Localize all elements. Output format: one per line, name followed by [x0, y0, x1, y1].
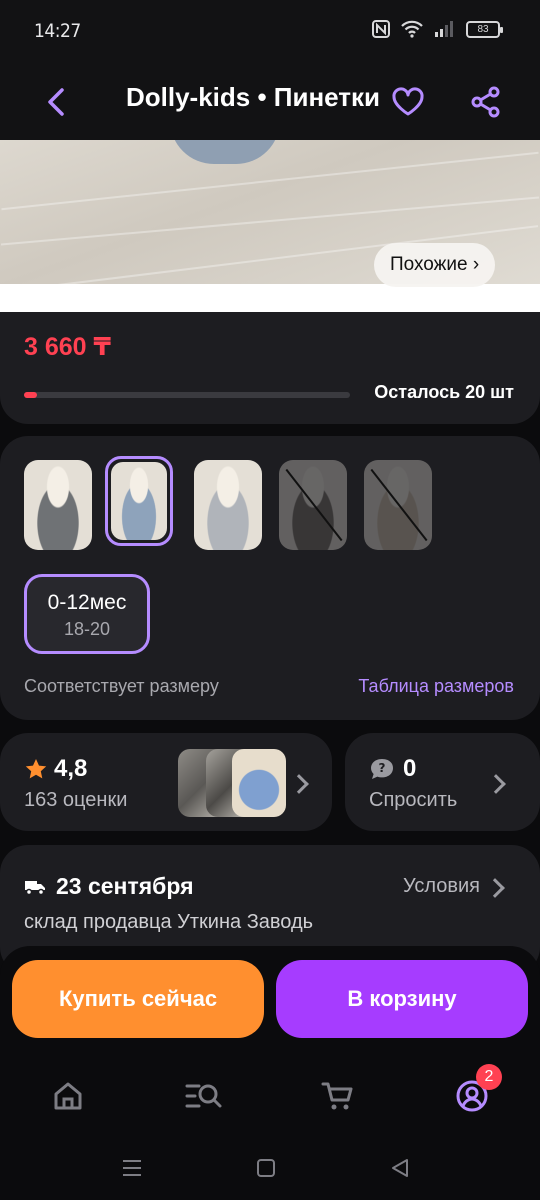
- delivery-place: склад продавца Уткина Заводь: [24, 911, 314, 933]
- action-bar: Купить сейчас В корзину: [0, 946, 540, 1058]
- delivery-terms-link[interactable]: Условия: [403, 875, 480, 898]
- variants-card: 0-12мес 18-20 Соответствует размеру Табл…: [0, 436, 540, 720]
- rating-count: 163 оценки: [24, 789, 128, 811]
- add-to-cart-button[interactable]: В корзину: [276, 960, 528, 1038]
- recents-button[interactable]: [118, 1156, 146, 1180]
- battery-icon: 83: [466, 20, 503, 38]
- product-photo-bootie: [170, 140, 280, 164]
- image-bottom-strip: [0, 284, 540, 312]
- share-icon: [471, 86, 500, 118]
- delivery-date: 23 сентября: [56, 873, 194, 899]
- tab-catalog-search[interactable]: [180, 1072, 228, 1120]
- question-bubble-icon: ?: [371, 759, 393, 779]
- truck-icon: [25, 880, 45, 895]
- questions-count-row: ? 0: [369, 755, 416, 783]
- rating-value: 4,8: [54, 755, 88, 782]
- status-time: 14:27: [34, 20, 81, 42]
- nfc-icon: [372, 20, 390, 38]
- tab-cart[interactable]: [314, 1072, 362, 1120]
- size-table-link[interactable]: Таблица размеров: [358, 676, 514, 697]
- stock-progress-bar: [24, 392, 350, 398]
- stock-progress-fill: [24, 392, 38, 398]
- rating-value-row: 4,8: [24, 755, 87, 783]
- page-title: Dolly-kids • Пинетки: [125, 82, 381, 112]
- tab-profile[interactable]: 2: [448, 1064, 502, 1120]
- chevron-right-icon: [289, 774, 309, 794]
- home-button[interactable]: [252, 1156, 280, 1180]
- price-card: 3 660 ₸ Осталось 20 шт: [0, 312, 540, 424]
- signal-icon: [435, 21, 453, 37]
- star-icon: [25, 759, 47, 779]
- rating-card[interactable]: 4,8 163 оценки: [0, 733, 332, 831]
- status-bar: 14:27 83: [0, 0, 540, 64]
- buy-now-button[interactable]: Купить сейчас: [12, 960, 264, 1038]
- size-option[interactable]: 0-12мес 18-20: [24, 574, 150, 654]
- favorite-button[interactable]: [386, 80, 430, 124]
- color-thumb-dark-booties[interactable]: [279, 460, 347, 550]
- size-label: 0-12мес: [47, 591, 127, 614]
- top-bar: Dolly-kids • Пинетки: [0, 64, 540, 140]
- tab-bar: 2: [0, 1058, 540, 1138]
- fits-size-text: Соответствует размеру: [24, 676, 219, 696]
- svg-text:?: ?: [379, 761, 386, 775]
- tab-home[interactable]: [44, 1072, 92, 1120]
- chevron-right-icon: [485, 878, 505, 898]
- thumb-image: [24, 460, 92, 550]
- similar-button[interactable]: Похожие ›: [374, 243, 496, 287]
- questions-card[interactable]: ? 0 Спросить: [345, 733, 540, 831]
- review-photos[interactable]: [178, 749, 286, 817]
- stock-remaining: Осталось 20 шт: [374, 382, 514, 402]
- color-thumb-silver-booties[interactable]: [194, 460, 262, 550]
- wifi-icon: [401, 20, 423, 38]
- texture-line: [1, 151, 539, 211]
- thumb-image: [194, 460, 262, 550]
- home-icon: [54, 1082, 82, 1110]
- questions-count: 0: [403, 755, 417, 782]
- color-thumb-gray-booties[interactable]: [24, 460, 92, 550]
- cart-icon: [321, 1082, 353, 1110]
- heart-icon: [392, 87, 424, 116]
- square-icon: [257, 1159, 275, 1177]
- share-button[interactable]: [464, 80, 508, 124]
- menu-icon: [123, 1160, 141, 1176]
- triangle-back-icon: [392, 1159, 408, 1177]
- status-icons: 83: [372, 20, 503, 38]
- back-system-button[interactable]: [386, 1156, 414, 1180]
- profile-badge: 2: [476, 1064, 502, 1090]
- color-thumb-beige-booties[interactable]: [364, 460, 432, 550]
- texture-line: [0, 196, 540, 246]
- ask-label: Спросить: [369, 789, 458, 811]
- color-thumb-blue-booties[interactable]: [105, 456, 173, 546]
- size-sub-label: 18-20: [63, 619, 111, 639]
- catalog-search-icon: [185, 1084, 222, 1108]
- system-navigation: [0, 1138, 540, 1200]
- price: 3 660 ₸: [24, 333, 111, 361]
- delivery-date-row: 23 сентября: [24, 873, 194, 900]
- thumb-image: [111, 462, 167, 540]
- review-photo: [232, 749, 286, 817]
- chevron-right-icon: [486, 774, 506, 794]
